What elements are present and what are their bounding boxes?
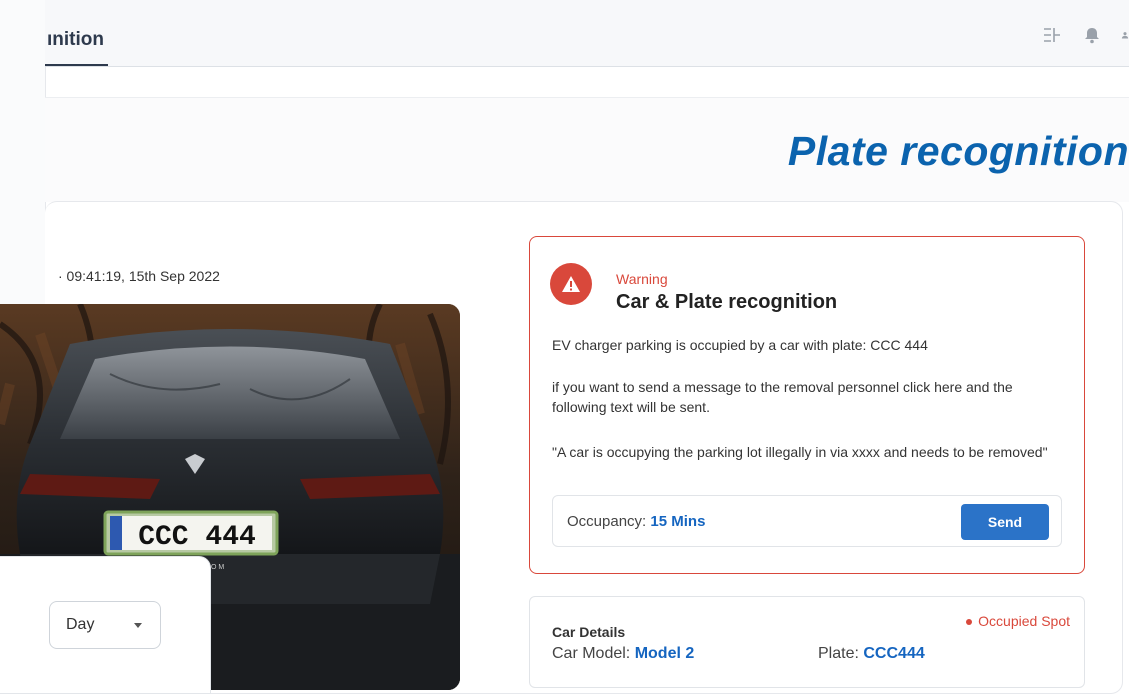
car-model-label: Car Model:: [552, 645, 631, 662]
removal-message-preview: "A car is occupying the parking lot ille…: [552, 444, 1048, 460]
status-badge: Occupied Spot: [966, 613, 1070, 629]
warning-message: EV charger parking is occupied by a car …: [552, 337, 928, 353]
top-navigation-bar: ınition: [45, 0, 1129, 67]
occupancy-label: Occupancy:: [567, 513, 647, 530]
warning-label: Warning: [616, 271, 668, 287]
bell-icon[interactable]: [1081, 24, 1103, 46]
warning-icon: [550, 263, 592, 305]
car-details-title: Car Details: [552, 624, 626, 640]
status-text: Occupied Spot: [978, 613, 1070, 629]
occupancy-info: Occupancy: 15 Mins: [567, 513, 705, 530]
top-icons-group: [1041, 24, 1129, 46]
occupancy-row: Occupancy: 15 Mins Send: [552, 495, 1062, 547]
send-button[interactable]: Send: [961, 504, 1049, 540]
status-dot-icon: [966, 619, 973, 626]
car-model-info: Car Model: Model 2: [552, 645, 694, 663]
columns-icon[interactable]: [1041, 24, 1063, 46]
plate-value: CCC444: [863, 645, 925, 662]
occupancy-value: 15 Mins: [650, 513, 706, 530]
removal-instructions: if you want to send a message to the rem…: [552, 379, 1013, 415]
plate-label: Plate:: [818, 645, 859, 662]
chevron-down-icon: [134, 623, 142, 628]
license-plate-text: CCC 444: [138, 522, 256, 553]
period-select[interactable]: Day: [49, 601, 161, 649]
plate-info: Plate: CCC444: [818, 645, 925, 663]
warning-alert-card: Warning Car & Plate recognition EV charg…: [529, 236, 1085, 574]
car-details-card: Car Details Occupied Spot Car Model: Mod…: [529, 596, 1085, 688]
tab-plate-recognition[interactable]: ınition: [45, 0, 106, 64]
page-title: Plate recognition: [787, 128, 1129, 174]
capture-timestamp: · 09:41:19, 15th Sep 2022: [58, 268, 220, 284]
car-model-value: Model 2: [634, 645, 695, 662]
user-icon[interactable]: [1121, 24, 1129, 46]
warning-title: Car & Plate recognition: [616, 291, 838, 313]
period-select-value: Day: [66, 616, 95, 633]
active-tab-indicator: [45, 64, 108, 66]
